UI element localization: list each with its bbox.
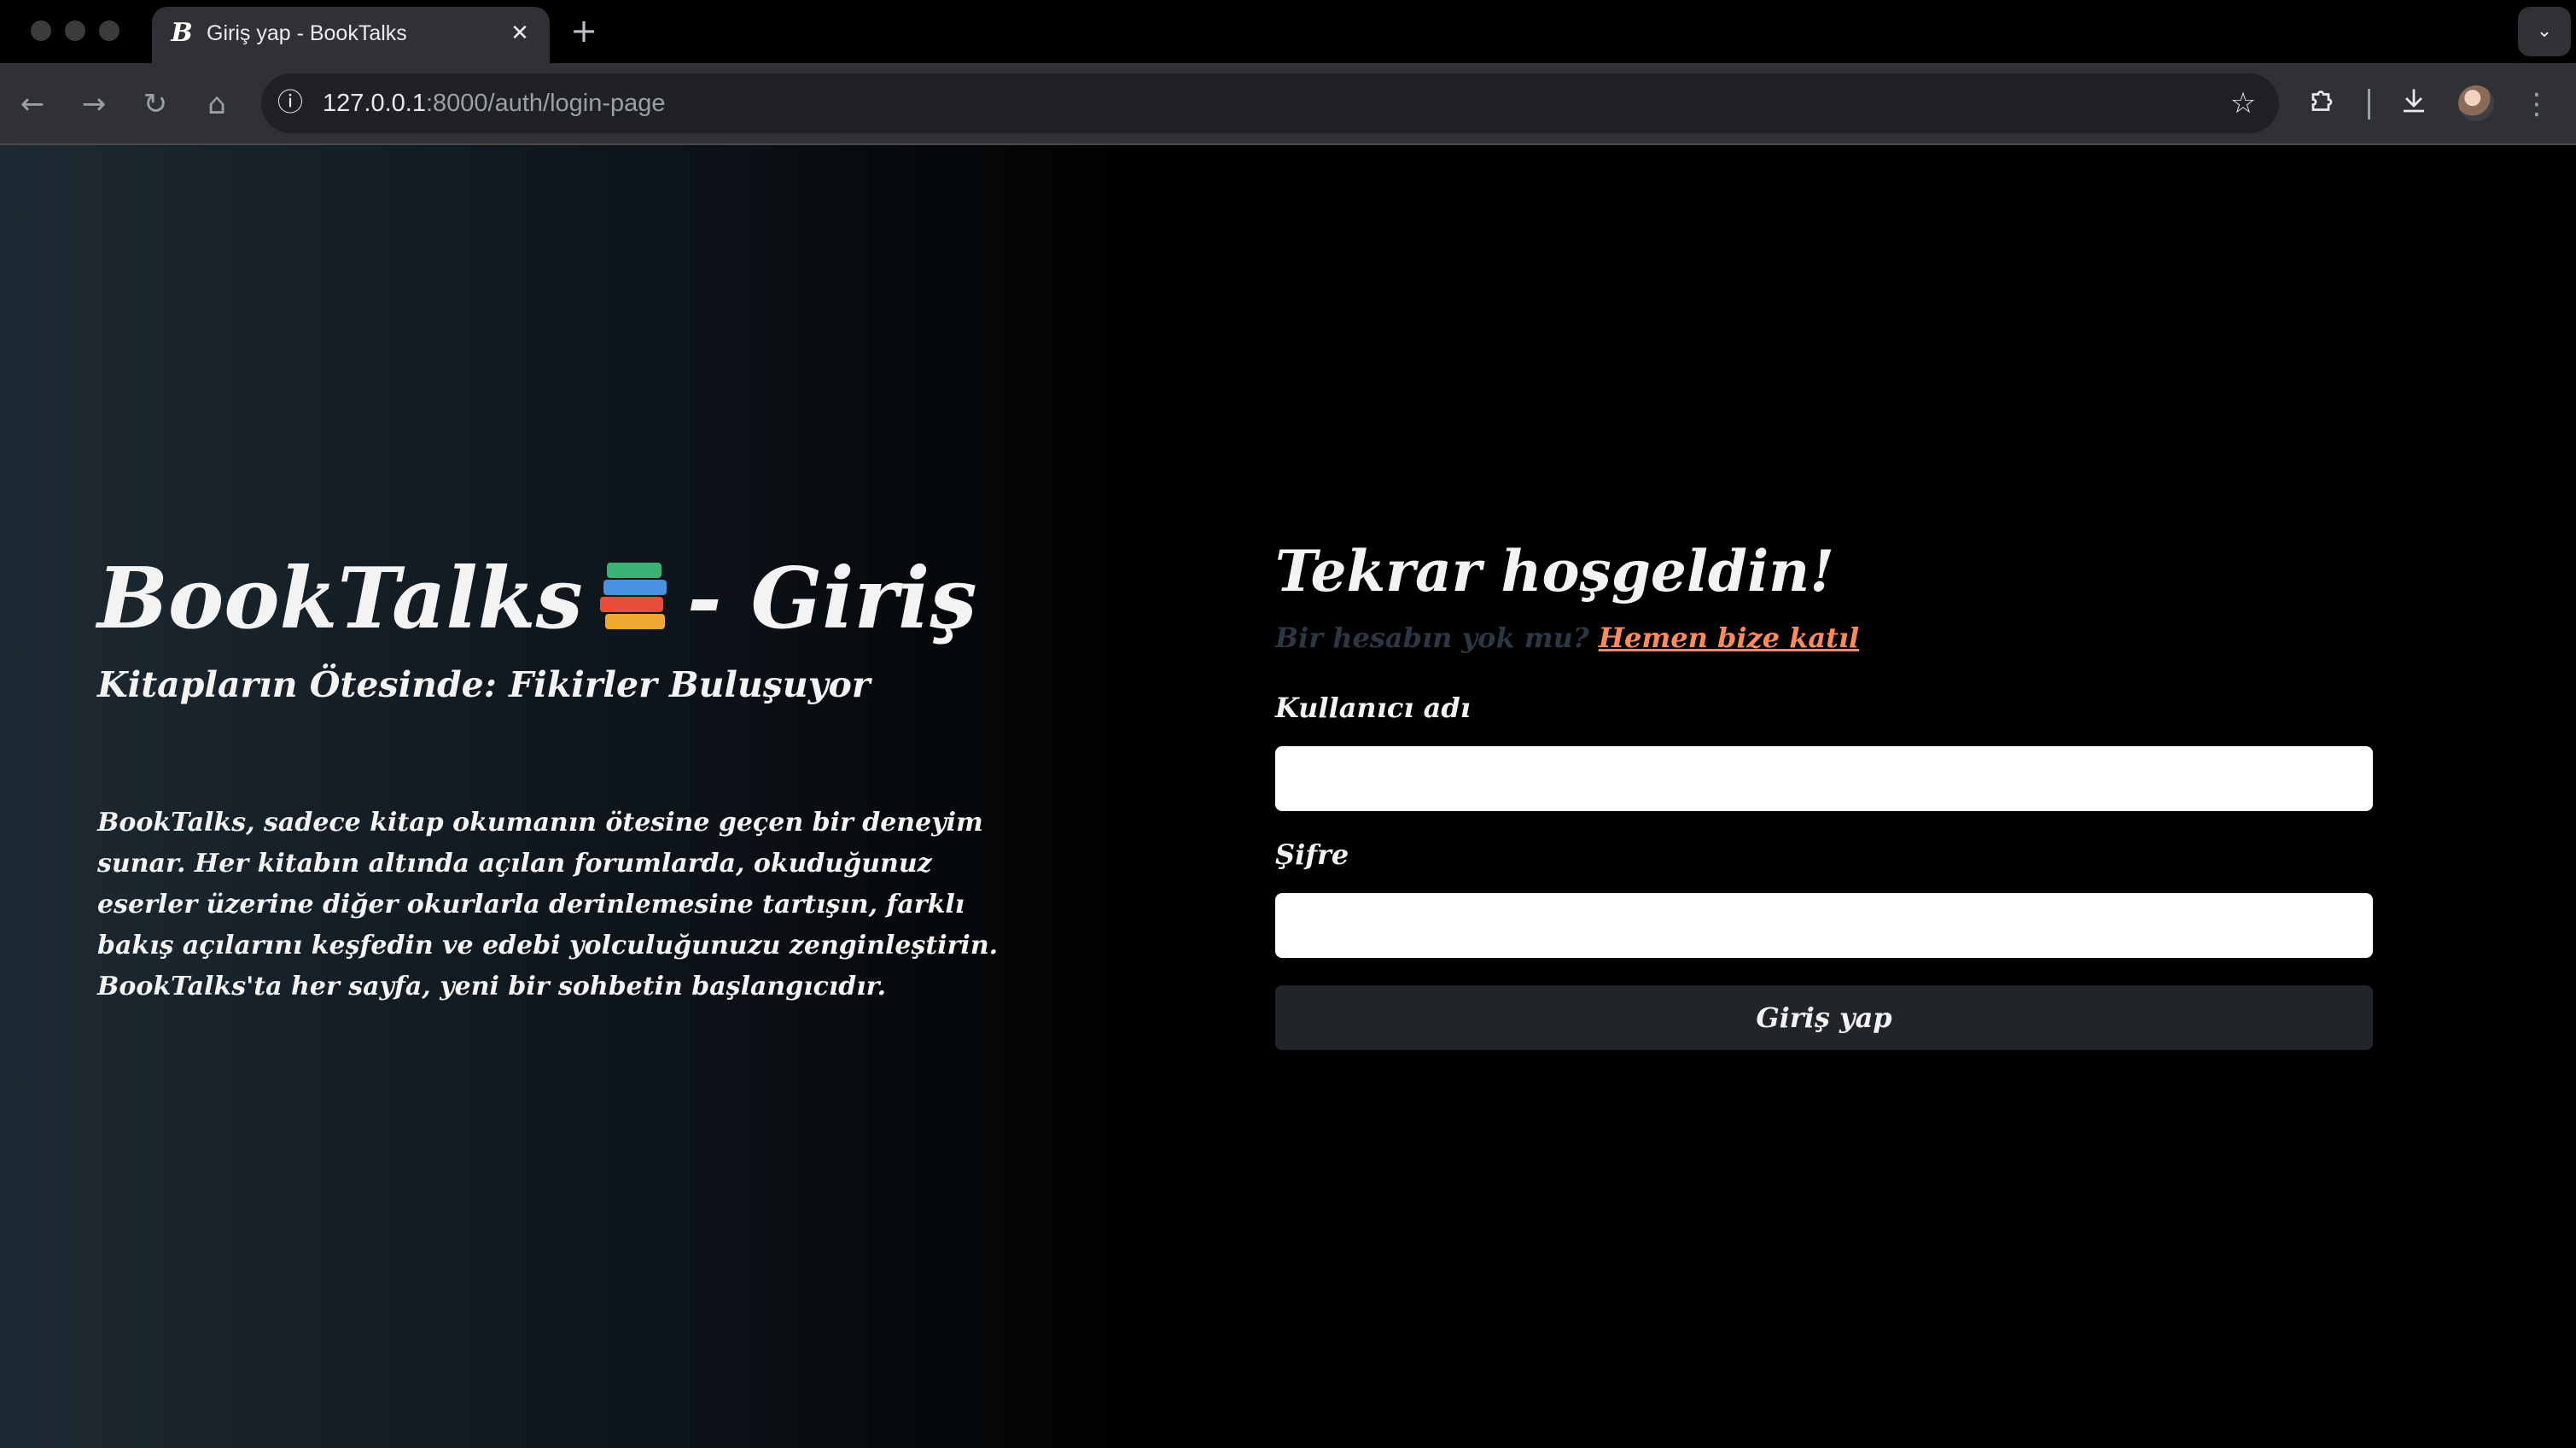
username-label: Kullanıcı adı [1275, 692, 1471, 724]
username-input[interactable] [1275, 746, 2373, 811]
browser-window: B Giriş yap - BookTalks ✕ + ⌄ ← → ↻ ⌂ ⓘ … [0, 0, 2576, 1448]
window-close-dot[interactable] [31, 20, 51, 41]
arrow-right-icon[interactable]: → [75, 85, 113, 123]
arrow-left-icon[interactable]: ← [14, 85, 51, 123]
toolbar-separator [2368, 89, 2370, 120]
book-green [606, 563, 661, 578]
reload-icon[interactable]: ↻ [137, 85, 174, 123]
signup-question: Bir hesabın yok mu? [1275, 622, 1589, 654]
form-heading: Tekrar hoşgeldin! [1275, 538, 1835, 604]
book-orange [604, 614, 665, 629]
url-text[interactable]: 127.0.0.1:8000/auth/login-page [323, 73, 666, 133]
login-button[interactable]: Giriş yap [1275, 985, 2373, 1050]
address-bar[interactable]: ⓘ 127.0.0.1:8000/auth/login-page ☆ [261, 73, 2279, 133]
tagline: Kitapların Ötesinde: Fikirler Buluşuyor [97, 664, 871, 705]
tab-strip: B Giriş yap - BookTalks ✕ + ⌄ [0, 0, 2576, 63]
puzzle-icon[interactable] [2305, 85, 2342, 123]
avatar[interactable] [2458, 85, 2494, 121]
home-icon[interactable]: ⌂ [198, 85, 236, 123]
browser-toolbar: ← → ↻ ⌂ ⓘ 127.0.0.1:8000/auth/login-page… [0, 63, 2576, 145]
window-zoom-dot[interactable] [99, 20, 119, 41]
chevron-down-icon[interactable]: ⌄ [2518, 7, 2571, 56]
star-icon[interactable]: ☆ [2224, 85, 2262, 122]
page-title: BookTalks - Giriş [97, 550, 977, 648]
window-minimize-dot[interactable] [65, 20, 85, 41]
password-label: Şifre [1275, 838, 1349, 871]
signup-link[interactable]: Hemen bize katıl [1599, 622, 1859, 654]
login-page: BookTalks - Giriş Kitapların Ötesinde: F… [0, 145, 2576, 1448]
favicon-icon: B [171, 18, 193, 48]
download-icon[interactable] [2395, 85, 2433, 123]
books-emoji-icon [598, 561, 672, 634]
plus-icon[interactable]: + [567, 14, 601, 48]
kebab-menu-icon[interactable]: ⋮ [2518, 85, 2556, 123]
description: BookTalks, sadece kitap okumanın ötesine… [97, 808, 999, 1001]
tab-title: Giriş yap - BookTalks [207, 21, 407, 45]
signup-prompt: Bir hesabın yok mu? Hemen bize katıl [1275, 622, 1859, 654]
close-icon[interactable]: ✕ [505, 19, 534, 48]
password-input[interactable] [1275, 893, 2373, 958]
info-icon[interactable]: ⓘ [273, 86, 307, 120]
tab-booktalks[interactable]: B Giriş yap - BookTalks ✕ [152, 7, 550, 63]
book-red [599, 597, 663, 612]
book-blue [603, 580, 667, 595]
